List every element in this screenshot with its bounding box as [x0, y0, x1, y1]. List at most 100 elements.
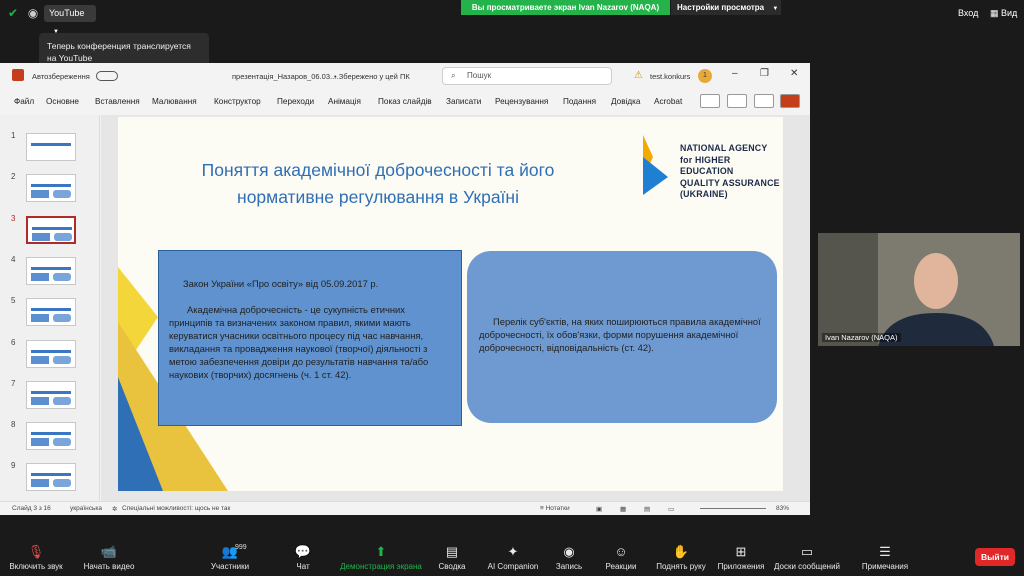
- language-status[interactable]: українська: [70, 505, 102, 512]
- zoom-toolbar: 🎙 Включить звук 📹 Начать видео 👥 Участники 999…: [0, 536, 1024, 576]
- search-placeholder: Пошук: [467, 71, 492, 80]
- ribbon-tab[interactable]: Вставлення: [95, 97, 140, 106]
- slide-thumbnail[interactable]: [26, 339, 76, 368]
- ribbon-tab[interactable]: Рецензування: [495, 97, 548, 106]
- ribbon-tab[interactable]: Файл: [14, 97, 34, 106]
- toolbar-label: Реакции: [605, 562, 637, 571]
- slide-number: 2: [11, 172, 16, 182]
- slide-thumbnail[interactable]: [26, 298, 76, 327]
- view-button[interactable]: ▦ Вид: [990, 8, 1017, 19]
- ribbon-tab[interactable]: Записати: [446, 97, 481, 106]
- record-button[interactable]: ◉ Запись: [551, 545, 587, 572]
- zoom-top-bar: ✔ ◉ YouTube ▼ Вы просматриваете экран Iv…: [0, 0, 1024, 35]
- slide-thumbnail[interactable]: [26, 380, 76, 409]
- record-icon[interactable]: [700, 94, 720, 108]
- ribbon-tab[interactable]: Довідка: [611, 97, 640, 106]
- slide-thumbnails: 12345678910: [0, 115, 100, 512]
- ribbon-tabs: Файл Основне Вставлення Малювання Конструкто…: [0, 89, 810, 113]
- search-icon: ⌕: [451, 71, 456, 80]
- slide-title-line1: Поняття академічної доброчесності та йог…: [201, 160, 555, 180]
- youtube-button[interactable]: YouTube ▼: [44, 5, 96, 35]
- toolbar-label: Запись: [555, 562, 583, 571]
- warning-icon[interactable]: ⚠: [634, 70, 643, 81]
- zoom-level[interactable]: 83%: [776, 505, 789, 512]
- restore-icon[interactable]: ❐: [760, 68, 769, 79]
- accessibility-icon: ✲: [112, 506, 118, 513]
- chat-button[interactable]: 💬 Чат: [290, 544, 316, 572]
- reactions-icon: ☺: [614, 544, 628, 559]
- ribbon-tab[interactable]: Конструктор: [214, 97, 261, 106]
- slide-counter: Слайд 3 з 16: [12, 505, 51, 512]
- camera-off-icon: 📹: [100, 544, 118, 559]
- share-screen-button[interactable]: ⬆ Демонстрация экрана: [338, 544, 424, 572]
- login-link[interactable]: Вход: [958, 8, 978, 18]
- camera-off-button[interactable]: 📹 Начать видео: [80, 544, 138, 572]
- share-screen-icon: ⬆: [375, 544, 387, 559]
- reactions-button[interactable]: ☺ Реакции: [601, 544, 641, 572]
- logo-line: for HIGHER EDUCATION: [680, 154, 734, 177]
- ribbon-tab[interactable]: Показ слайдів: [378, 97, 432, 106]
- close-icon[interactable]: ✕: [790, 68, 798, 79]
- normal-view-icon[interactable]: ▣: [596, 505, 602, 513]
- powerpoint-logo-icon: [12, 69, 24, 81]
- autosave-toggle[interactable]: [96, 71, 118, 81]
- participants-button[interactable]: 👥 Участники: [205, 545, 255, 572]
- subjects-body: Перелік суб'єктів, на яких поширюються п…: [479, 316, 761, 353]
- zoom-slider[interactable]: [700, 508, 766, 509]
- slide-title: Поняття академічної доброчесності та йог…: [158, 157, 598, 211]
- apps-button[interactable]: ⊞ Приложения: [713, 545, 769, 572]
- ribbon-tab[interactable]: Малювання: [152, 97, 197, 106]
- ribbon-tab[interactable]: Основне: [46, 97, 79, 106]
- accessibility-status[interactable]: Спеціальні можливості: щось не так: [122, 505, 230, 512]
- notes-label: Нотатки: [545, 505, 570, 512]
- broadcast-icon[interactable]: ◉: [26, 6, 40, 20]
- slide-thumbnail[interactable]: [26, 215, 76, 244]
- slideshow-view-icon[interactable]: ▭: [668, 505, 674, 513]
- present-icon[interactable]: [727, 94, 747, 108]
- view-settings-button[interactable]: Настройки просмотра ▼: [671, 0, 781, 15]
- notes-button[interactable]: ≡ Нотатки: [540, 505, 570, 512]
- participants-count: 999: [235, 544, 247, 551]
- ai-button[interactable]: ✦ AI Companion: [484, 544, 542, 572]
- slide-thumbnail[interactable]: [26, 422, 76, 451]
- ai-icon: ✦: [507, 544, 519, 559]
- slide-thumbnail[interactable]: [26, 133, 76, 161]
- user-name[interactable]: test.konkurs: [650, 72, 690, 81]
- avatar[interactable]: 1: [698, 69, 712, 83]
- toolbar-label: Включить звук: [9, 562, 63, 571]
- notes-button[interactable]: ☰ Примечания: [856, 545, 914, 572]
- slide-thumbnail[interactable]: [26, 256, 76, 285]
- slide-thumbnail[interactable]: [26, 463, 76, 492]
- summary-button[interactable]: ▤ Сводка: [432, 545, 472, 572]
- file-name[interactable]: презентація_Назаров_06.03....: [232, 72, 338, 81]
- mic-muted-button[interactable]: 🎙 Включить звук: [6, 545, 66, 572]
- hand-button[interactable]: ✋ Поднять руку: [650, 545, 712, 572]
- slide-thumbnail[interactable]: [26, 174, 76, 203]
- ribbon-tab[interactable]: Анімація: [328, 97, 361, 106]
- ribbon-tab[interactable]: Переходи: [277, 97, 314, 106]
- chat-icon: 💬: [294, 544, 312, 559]
- comment-icon[interactable]: [754, 94, 774, 108]
- whiteboard-button[interactable]: ▭ Доски сообщений: [773, 545, 841, 572]
- share-icon[interactable]: [780, 94, 800, 108]
- ppt-title-bar: Автозбереження презентація_Назаров_06.03…: [0, 63, 810, 89]
- participant-video[interactable]: Ivan Nazarov (NAQA): [818, 233, 1020, 346]
- toolbar-label: Доски сообщений: [773, 562, 840, 571]
- shield-icon[interactable]: ✔: [6, 6, 20, 20]
- slide-number: 7: [11, 378, 16, 388]
- ribbon-tab[interactable]: Подання: [563, 97, 596, 106]
- naqa-logo: NATIONAL AGENCY for HIGHER EDUCATION QUALI…: [680, 143, 783, 201]
- reading-view-icon[interactable]: ▤: [644, 505, 650, 513]
- toolbar-label: Начать видео: [83, 562, 135, 571]
- autosave-label: Автозбереження: [32, 72, 90, 81]
- leave-button[interactable]: Выйти: [975, 548, 1015, 566]
- toolbar-label: Демонстрация экрана: [340, 562, 422, 571]
- toolbar-label: Участники: [210, 562, 250, 571]
- ribbon-tab[interactable]: Acrobat: [654, 97, 682, 106]
- toolbar-label: AI Companion: [487, 562, 539, 571]
- slide-number: 3: [11, 213, 16, 223]
- minimize-icon[interactable]: –: [732, 68, 738, 79]
- view-settings-label: Настройки просмотра: [677, 3, 765, 12]
- search-input[interactable]: ⌕ Пошук: [442, 67, 612, 85]
- sorter-view-icon[interactable]: ▦: [620, 505, 626, 513]
